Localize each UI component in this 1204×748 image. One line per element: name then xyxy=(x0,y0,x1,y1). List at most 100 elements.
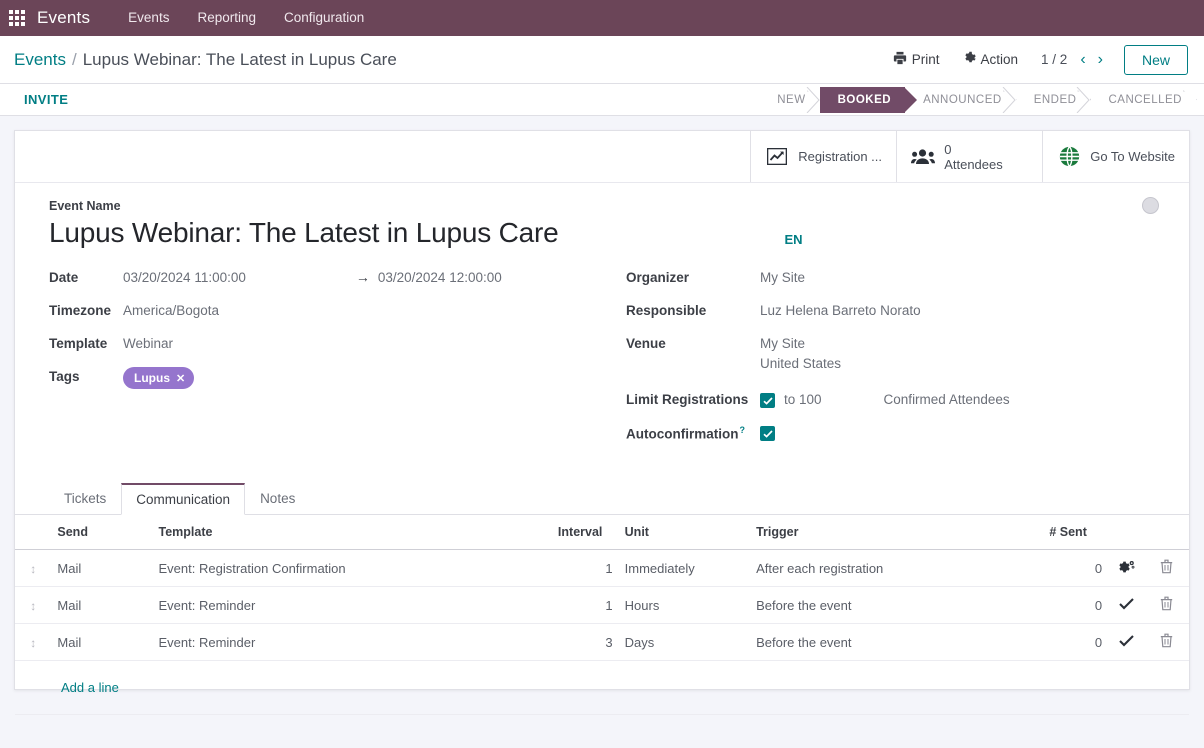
chevron-right-icon[interactable]: › xyxy=(1093,50,1108,70)
cell-template[interactable]: Event: Registration Confirmation xyxy=(153,550,552,587)
cell-unit[interactable]: Days xyxy=(619,624,750,661)
nav-menu-events[interactable]: Events xyxy=(114,0,183,36)
cell-send[interactable]: Mail xyxy=(51,587,152,624)
organizer-value[interactable]: My Site xyxy=(760,268,805,285)
stage-new[interactable]: NEW xyxy=(765,87,819,113)
cell-delete[interactable] xyxy=(1144,550,1189,587)
drag-handle-icon[interactable]: ↕ xyxy=(30,636,36,650)
stage-ended[interactable]: ENDED xyxy=(1016,87,1091,113)
cell-send[interactable]: Mail xyxy=(51,624,152,661)
venue-label: Venue xyxy=(626,334,760,351)
stat-attendees-label: Attendees xyxy=(944,157,1003,172)
cell-sent[interactable]: 0 xyxy=(1043,587,1108,624)
tags-value[interactable]: Lupus ✕ xyxy=(123,367,194,389)
row-drag-handle[interactable]: ↕ xyxy=(15,550,51,587)
cogs-icon[interactable] xyxy=(1118,562,1135,577)
help-tooltip-icon[interactable]: ? xyxy=(740,425,746,435)
cell-status-icon[interactable] xyxy=(1108,587,1144,624)
trash-icon[interactable] xyxy=(1160,636,1173,651)
cell-delete[interactable] xyxy=(1144,587,1189,624)
date-start-value[interactable]: 03/20/2024 11:00:00 xyxy=(123,268,246,285)
field-venue: Venue My Site United States xyxy=(626,334,1155,390)
new-button[interactable]: New xyxy=(1124,45,1188,75)
stage-cancelled[interactable]: CANCELLED xyxy=(1090,87,1196,113)
app-brand-events[interactable]: Events xyxy=(37,8,90,28)
close-icon[interactable]: ✕ xyxy=(176,372,185,385)
stage-announced[interactable]: ANNOUNCED xyxy=(905,87,1016,113)
apps-grid-icon[interactable] xyxy=(9,10,25,26)
date-end-value[interactable]: 03/20/2024 12:00:00 xyxy=(378,268,502,285)
nav-menu-reporting[interactable]: Reporting xyxy=(183,0,270,36)
venue-value[interactable]: My Site United States xyxy=(760,334,841,371)
cell-template[interactable]: Event: Reminder xyxy=(153,624,552,661)
stage-booked[interactable]: BOOKED xyxy=(820,87,905,113)
autoconfirmation-checkbox[interactable] xyxy=(760,426,775,441)
chevron-left-icon[interactable]: ‹ xyxy=(1075,50,1090,70)
action-button[interactable]: Action xyxy=(951,47,1030,72)
print-button[interactable]: Print xyxy=(882,47,951,72)
event-title-row: Lupus Webinar: The Latest in Lupus Care … xyxy=(49,214,1155,252)
drag-handle-icon[interactable]: ↕ xyxy=(30,599,36,613)
cell-trigger[interactable]: Before the event xyxy=(750,624,1043,661)
cell-status-icon[interactable] xyxy=(1108,624,1144,661)
check-icon[interactable] xyxy=(1119,635,1134,650)
table-row[interactable]: ↕ Mail Event: Reminder 1 Hours Before th… xyxy=(15,587,1189,624)
date-end-group: → 03/20/2024 12:00:00 xyxy=(356,268,502,285)
limit-registrations-checkbox[interactable] xyxy=(760,393,775,408)
responsible-value[interactable]: Luz Helena Barreto Norato xyxy=(760,301,921,318)
col-status-icon xyxy=(1108,515,1144,550)
printer-icon xyxy=(893,51,907,68)
breadcrumb-current: Lupus Webinar: The Latest in Lupus Care xyxy=(83,50,397,70)
invite-button[interactable]: INVITE xyxy=(16,88,76,111)
col-sent[interactable]: # Sent xyxy=(1043,515,1108,550)
tag-lupus[interactable]: Lupus ✕ xyxy=(123,367,194,389)
cell-status-icon[interactable] xyxy=(1108,550,1144,587)
table-row[interactable]: ↕ Mail Event: Reminder 3 Days Before the… xyxy=(15,624,1189,661)
col-handle xyxy=(15,515,51,550)
cell-interval[interactable]: 1 xyxy=(552,587,619,624)
limit-registrations-label: Limit Registrations xyxy=(626,390,760,407)
cell-template[interactable]: Event: Reminder xyxy=(153,587,552,624)
tab-notes[interactable]: Notes xyxy=(245,483,310,515)
tab-communication[interactable]: Communication xyxy=(121,483,245,515)
cell-sent[interactable]: 0 xyxy=(1043,624,1108,661)
col-template[interactable]: Template xyxy=(153,515,552,550)
stat-button-go-to-website[interactable]: Go To Website xyxy=(1042,131,1189,182)
col-unit[interactable]: Unit xyxy=(619,515,750,550)
row-drag-handle[interactable]: ↕ xyxy=(15,624,51,661)
trash-icon[interactable] xyxy=(1160,562,1173,577)
stat-button-registration[interactable]: Registration ... xyxy=(750,131,896,182)
col-trigger[interactable]: Trigger xyxy=(750,515,1043,550)
cell-sent[interactable]: 0 xyxy=(1043,550,1108,587)
template-value[interactable]: Webinar xyxy=(123,334,173,351)
row-drag-handle[interactable]: ↕ xyxy=(15,587,51,624)
col-send[interactable]: Send xyxy=(51,515,152,550)
trash-icon[interactable] xyxy=(1160,599,1173,614)
stat-button-attendees[interactable]: 0 Attendees xyxy=(896,131,1042,182)
communication-list-head: Send Template Interval Unit Trigger # Se… xyxy=(15,515,1189,550)
cell-interval[interactable]: 3 xyxy=(552,624,619,661)
cell-interval[interactable]: 1 xyxy=(552,550,619,587)
table-row[interactable]: ↕ Mail Event: Registration Confirmation … xyxy=(15,550,1189,587)
check-icon[interactable] xyxy=(1119,598,1134,613)
cell-send[interactable]: Mail xyxy=(51,550,152,587)
drag-handle-icon[interactable]: ↕ xyxy=(30,562,36,576)
language-badge[interactable]: EN xyxy=(785,232,803,247)
cell-trigger[interactable]: After each registration xyxy=(750,550,1043,587)
timezone-value[interactable]: America/Bogota xyxy=(123,301,219,318)
autoconfirmation-label-text: Autoconfirmation xyxy=(626,427,739,442)
nav-menu-configuration[interactable]: Configuration xyxy=(270,0,378,36)
stage-cancelled-label: CANCELLED xyxy=(1108,94,1182,106)
breadcrumb-item-events[interactable]: Events xyxy=(14,50,66,70)
arrow-right-icon: → xyxy=(356,269,378,285)
add-a-line-button[interactable]: Add a line xyxy=(21,670,125,705)
cell-trigger[interactable]: Before the event xyxy=(750,587,1043,624)
cell-unit[interactable]: Hours xyxy=(619,587,750,624)
cell-unit[interactable]: Immediately xyxy=(619,550,750,587)
state-circle-icon[interactable] xyxy=(1142,197,1159,214)
col-interval[interactable]: Interval xyxy=(552,515,619,550)
limit-registrations-value[interactable]: to 100 xyxy=(784,390,822,407)
page-title[interactable]: Lupus Webinar: The Latest in Lupus Care xyxy=(49,214,559,252)
tab-tickets[interactable]: Tickets xyxy=(49,483,121,515)
cell-delete[interactable] xyxy=(1144,624,1189,661)
